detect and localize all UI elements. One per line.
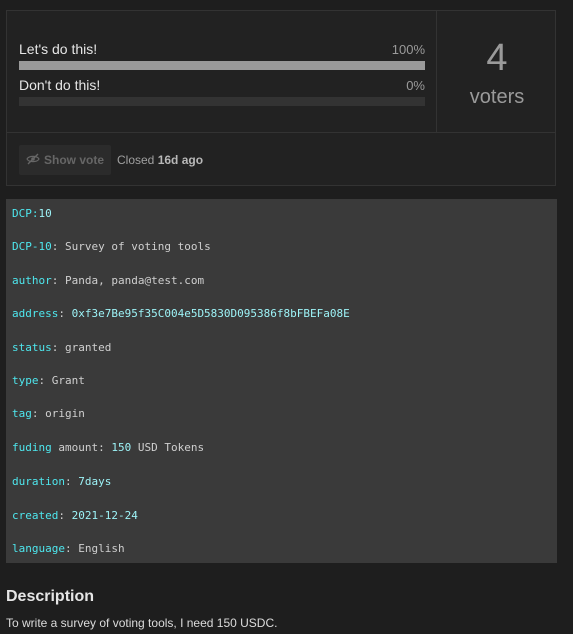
- meta-created: created: 2021-12-24: [12, 509, 138, 522]
- option-label: Let's do this!: [19, 41, 98, 57]
- meta-key: address: [12, 307, 59, 320]
- meta-title: DCP-10: Survey of voting tools: [12, 240, 211, 253]
- description-heading: Description: [6, 588, 95, 605]
- meta-status: status: granted: [12, 341, 112, 354]
- meta-value: 2021-12-24: [71, 509, 138, 522]
- option-bar: [19, 97, 425, 106]
- option-percent: 100%: [391, 42, 425, 57]
- meta-key: fuding: [12, 441, 52, 454]
- meta-key: type: [12, 374, 39, 387]
- meta-key: status: [12, 341, 52, 354]
- meta-key: author: [12, 274, 52, 287]
- meta-dcp: DCP:10: [12, 207, 52, 220]
- meta-language: language: English: [12, 542, 125, 555]
- meta-value: granted: [65, 341, 112, 354]
- meta-address: address: 0xf3e7Be95f35C004e5D5830D095386…: [12, 307, 350, 320]
- meta-value: origin: [45, 407, 85, 420]
- meta-value: Grant: [51, 374, 85, 387]
- meta-value: 10: [38, 207, 52, 220]
- meta-funding: fuding amount: 150 USD Tokens: [12, 441, 205, 454]
- poll-footer: Show vote Closed 16d ago: [7, 132, 555, 186]
- meta-author: author: Panda, panda@test.com: [12, 274, 205, 287]
- meta-key: tag: [12, 407, 32, 420]
- poll-option: Don't do this! 0%: [19, 77, 425, 106]
- meta-value: 0xf3e7Be95f35C004e5D5830D095386f8bFBEFa0…: [71, 307, 350, 320]
- meta-value: 7days: [78, 475, 112, 488]
- meta-key: language: [12, 542, 65, 555]
- option-bar-fill: [19, 61, 425, 70]
- poll-card: Let's do this! 100% Don't do this! 0% 4 …: [6, 10, 556, 186]
- eye-slash-icon: [26, 153, 40, 168]
- show-vote-label: Show vote: [43, 153, 104, 167]
- meta-key-rest: amount: [58, 441, 99, 454]
- show-vote-button[interactable]: Show vote: [19, 145, 111, 175]
- meta-value: Panda, panda@test.com: [65, 274, 205, 287]
- meta-type: type: Grant: [12, 374, 85, 387]
- meta-value: USD Tokens: [137, 441, 205, 454]
- option-percent: 0%: [406, 78, 425, 93]
- poll-option: Let's do this! 100%: [19, 41, 425, 70]
- closed-status: Closed 16d ago: [117, 153, 203, 167]
- voters-count: 4: [486, 37, 508, 79]
- meta-value: Survey of voting tools: [65, 240, 211, 253]
- proposal-metadata: DCP:10 DCP-10: Survey of voting tools au…: [6, 199, 557, 563]
- meta-key: created: [12, 509, 59, 522]
- voters-label: voters: [469, 86, 525, 108]
- option-bar: [19, 61, 425, 70]
- meta-number: 150: [111, 441, 132, 454]
- closed-prefix: Closed: [117, 153, 155, 167]
- meta-duration: duration: 7days: [12, 475, 112, 488]
- poll-options: Let's do this! 100% Don't do this! 0%: [7, 11, 437, 132]
- option-label: Don't do this!: [19, 77, 101, 93]
- closed-time: 16d ago: [157, 153, 204, 167]
- meta-value: English: [78, 542, 125, 555]
- meta-key: DCP: [12, 207, 32, 220]
- description-text: To write a survey of voting tools, I nee…: [6, 616, 278, 630]
- meta-key: duration: [12, 475, 65, 488]
- meta-key: DCP-10: [12, 240, 52, 253]
- voters-panel: 4 voters: [437, 11, 557, 132]
- meta-tag: tag: origin: [12, 407, 85, 420]
